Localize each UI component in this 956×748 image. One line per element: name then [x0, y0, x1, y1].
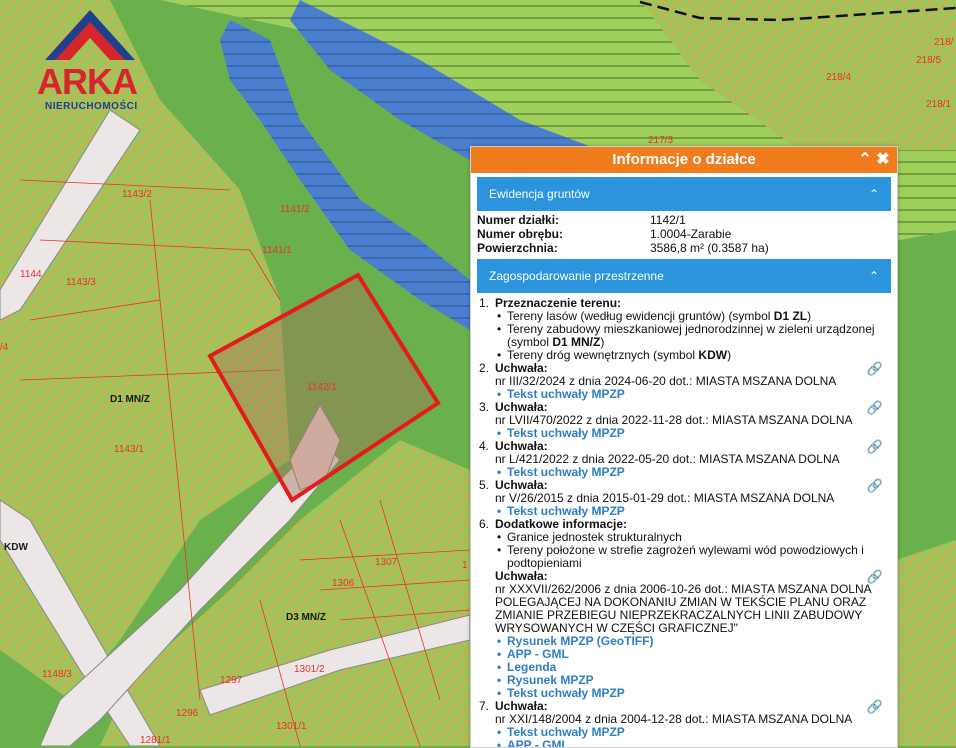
section-title: Zagospodarowanie przestrzenne	[489, 269, 664, 283]
panel-title: Informacje o działce	[612, 151, 756, 168]
plan-list: 1. Przeznaczenie terenu: Tereny lasów (w…	[477, 297, 891, 748]
parcel-number-label: 217/3	[648, 135, 673, 146]
item-title: Uchwała:	[495, 439, 548, 453]
field-label: Powierzchnia:	[477, 241, 558, 255]
field-value: 3586,8 m² (0.3587 ha)	[650, 241, 769, 255]
field-row: Powierzchnia: 3586,8 m² (0.3587 ha)	[477, 241, 897, 255]
list-item: 7. Uchwała: 🔗 nr XXI/148/2004 z dnia 200…	[477, 700, 891, 748]
parcel-number-label: 1141/1	[262, 245, 292, 256]
parcel-number-label: 1143/3	[66, 277, 96, 288]
link-icon[interactable]: 🔗	[867, 440, 883, 453]
item-number: 7.	[479, 699, 490, 713]
item-title: Uchwała:	[495, 569, 548, 583]
list-item: 3. Uchwała: 🔗 nr LVII/470/2022 z dnia 20…	[477, 400, 891, 441]
brand-name: ARKA	[37, 61, 138, 102]
chevron-up-icon[interactable]: ⌃	[857, 147, 873, 173]
parcel-number-label: 218/5	[916, 55, 941, 66]
parcel-number-label: 1148/3	[42, 669, 72, 680]
item-title: Przeznaczenie terenu:	[495, 296, 622, 310]
zone-symbol-label: D3 MN/Z	[286, 612, 326, 623]
resolution-link[interactable]: APP - GML	[495, 739, 891, 748]
list-item: 6. Dodatkowe informacje: Granice jednost…	[477, 517, 891, 701]
parcel-number-label: 1301/2	[294, 664, 325, 675]
resolution-link[interactable]: Tekst uchwały MPZP	[495, 388, 891, 402]
list-item: 4. Uchwała: 🔗 nr L/421/2022 z dnia 2022-…	[477, 439, 891, 480]
house-roof-icon	[45, 10, 135, 60]
item-number: 1.	[479, 296, 490, 310]
item-number: 5.	[479, 478, 490, 492]
section-title: Ewidencja gruntów	[489, 187, 590, 201]
link-icon[interactable]: 🔗	[867, 700, 883, 713]
panel-header: Informacje o działce ⌃ ✖	[471, 147, 897, 173]
parcel-number-label: 1306	[332, 578, 355, 589]
list-bullet: Tereny dróg wewnętrznych (symbol KDW)	[495, 349, 891, 363]
parcel-number-label: 1143/2	[122, 189, 152, 200]
section-ewidencja[interactable]: Ewidencja gruntów ⌃	[477, 177, 891, 211]
item-title: Dodatkowe informacje:	[495, 517, 628, 531]
parcel-number-label: 1144	[20, 269, 42, 280]
list-item: 1. Przeznaczenie terenu: Tereny lasów (w…	[477, 296, 891, 363]
parcel-number-label: 1301/1	[276, 721, 307, 732]
field-value: 1142/1	[650, 213, 686, 227]
parcel-number-label: 1142/1	[307, 382, 337, 393]
field-row: Numer obrębu: 1.0004-Zarabie	[477, 227, 897, 241]
parcel-number-label: 1	[462, 560, 468, 571]
item-title: Uchwała:	[495, 478, 548, 492]
link-icon[interactable]: 🔗	[867, 362, 883, 375]
parcel-number-label: 1296	[176, 708, 199, 719]
close-icon[interactable]: ✖	[875, 147, 891, 173]
resolution-link[interactable]: Tekst uchwały MPZP	[495, 427, 891, 441]
field-row: Numer działki: 1142/1	[477, 213, 897, 227]
chevron-up-icon[interactable]: ⌃	[869, 177, 879, 211]
list-item: 5. Uchwała: 🔗 nr V/26/2015 z dnia 2015-0…	[477, 478, 891, 519]
parcel-number-label: 218/	[934, 37, 954, 48]
brand-logo: ARKA NIERUCHOMOŚCI	[30, 8, 150, 118]
brand-subtitle: NIERUCHOMOŚCI	[45, 101, 138, 112]
resolution-text: nr XXXVII/262/2006 z dnia 2006-10-26 dot…	[495, 582, 871, 635]
item-number: 4.	[479, 439, 490, 453]
item-title: Uchwała:	[495, 400, 548, 414]
item-number: 3.	[479, 400, 490, 414]
field-label: Numer obrębu:	[477, 227, 564, 241]
parcel-number-label: 1307	[375, 557, 398, 568]
item-title: Uchwała:	[495, 699, 548, 713]
parcel-number-label: 218/4	[826, 72, 851, 83]
resolution-link[interactable]: Tekst uchwały MPZP	[495, 687, 891, 701]
zone-symbol-label: D1 MN/Z	[110, 394, 150, 405]
list-bullet: Tereny zabudowy mieszkaniowej jednorodzi…	[495, 323, 891, 349]
link-icon[interactable]: 🔗	[867, 401, 883, 414]
parcel-number-label: 1141/2	[280, 204, 310, 215]
parcel-fields: Numer działki: 1142/1 Numer obrębu: 1.0004…	[477, 213, 897, 255]
parcel-number-label: 1281/1	[140, 735, 171, 746]
parcel-number-label: 1143/1	[114, 444, 144, 455]
list-bullet: Tereny położone w strefie zagrożeń wylew…	[495, 544, 891, 570]
item-number: 2.	[479, 361, 490, 375]
resolution-link[interactable]: Tekst uchwały MPZP	[495, 466, 891, 480]
item-number: 6.	[479, 517, 490, 531]
link-icon[interactable]: 🔗	[867, 570, 883, 583]
field-label: Numer działki:	[477, 213, 560, 227]
parcel-number-label: 1297	[220, 675, 243, 686]
zone-area-bottom-right	[896, 540, 956, 746]
list-item: 2. Uchwała: 🔗 nr III/32/2024 z dnia 2024…	[477, 361, 891, 402]
parcel-number-label: /4	[0, 342, 9, 353]
field-value: 1.0004-Zarabie	[650, 227, 732, 241]
zone-symbol-label: KDW	[4, 542, 28, 553]
link-icon[interactable]: 🔗	[867, 479, 883, 492]
section-zagospodarowanie[interactable]: Zagospodarowanie przestrzenne ⌃	[477, 259, 891, 293]
parcel-info-panel: Informacje o działce ⌃ ✖ Ewidencja grunt…	[470, 146, 898, 748]
item-title: Uchwała:	[495, 361, 548, 375]
chevron-up-icon[interactable]: ⌃	[869, 259, 879, 293]
parcel-number-label: 218/1	[926, 99, 951, 110]
